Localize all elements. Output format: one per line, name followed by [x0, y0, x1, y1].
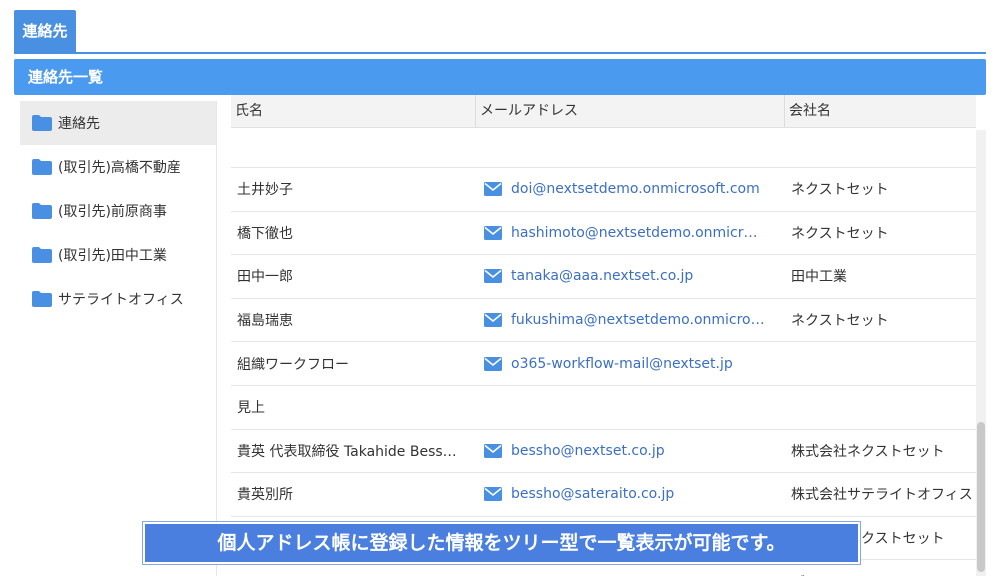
table-row[interactable]: 田中一郎 tanaka@aaa.nextset.co.jp 田中工業: [231, 255, 976, 299]
cell-email[interactable]: tanaka@aaa.nextset.co.jp: [476, 268, 785, 284]
sidebar-item-contacts[interactable]: 連絡先: [20, 101, 216, 145]
sidebar-item-tanaka[interactable]: (取引先)田中工業: [20, 233, 216, 277]
email-link[interactable]: fukushima@nextsetdemo.onmicro…: [511, 312, 765, 328]
folder-icon: [32, 291, 52, 307]
contacts-table: 氏名 メールアドレス 会社名 土井妙子 doi@nextsetdemo.onmic…: [231, 95, 976, 576]
cell-email[interactable]: o365-workflow-mail@nextset.jp: [476, 356, 785, 372]
panel-title: 連絡先一覧: [14, 59, 986, 95]
table-header: 氏名 メールアドレス 会社名: [231, 95, 976, 128]
sidebar-item-label: 連絡先: [58, 116, 100, 132]
tab-contacts[interactable]: 連絡先: [14, 10, 76, 52]
mail-icon: [484, 443, 502, 458]
email-link[interactable]: bessho@sateraito.co.jp: [511, 486, 674, 502]
email-link[interactable]: tanaka@aaa.nextset.co.jp: [511, 268, 693, 284]
email-link[interactable]: bessho@nextset.co.jp: [511, 443, 665, 459]
sidebar-item-takahashi[interactable]: (取引先)高橋不動産: [20, 145, 216, 189]
cell-company: ゼット: [785, 572, 976, 576]
sidebar-item-label: (取引先)前原商事: [58, 204, 167, 220]
folder-icon: [32, 203, 52, 219]
table-row[interactable]: 福島瑞恵 fukushima@nextsetdemo.onmicro… ネクストセッ…: [231, 299, 976, 343]
mail-icon: [484, 356, 502, 371]
email-link[interactable]: doi@nextsetdemo.onmicrosoft.com: [511, 181, 760, 197]
table-row[interactable]: 土井妙子 doi@nextsetdemo.onmicrosoft.com ネクストセ…: [231, 168, 976, 212]
cell-name: 橋下徹也: [237, 225, 293, 242]
cell-email[interactable]: bessho@nextset.co.jp: [476, 443, 785, 459]
folder-icon: [32, 115, 52, 131]
mail-icon: [484, 182, 502, 197]
cell-company: ネクストセット: [791, 313, 889, 330]
cell-company: 田中工業: [791, 269, 847, 286]
table-row[interactable]: 見上: [231, 386, 976, 430]
table-row[interactable]: 貴英 代表取締役 Takahide Bess… bessho@nextset.co…: [231, 430, 976, 474]
sidebar-item-label: サテライトオフィス: [58, 292, 184, 308]
column-header-company[interactable]: 会社名: [785, 95, 976, 127]
table-row[interactable]: 橋下徹也 hashimoto@nextsetdemo.onmicr… ネクストセット: [231, 212, 976, 256]
caption-banner: 個人アドレス帳に登録した情報をツリー型で一覧表示が可能です。: [143, 522, 860, 564]
email-link[interactable]: hashimoto@nextsetdemo.onmicr…: [511, 225, 758, 241]
mail-icon: [484, 313, 502, 328]
cell-name: 貴英 代表取締役 Takahide Bess…: [237, 443, 457, 460]
cell-name: 福島瑞恵: [237, 313, 293, 330]
folder-icon: [32, 247, 52, 263]
mail-icon: [484, 487, 502, 502]
cell-company: 株式会社ネクストセット: [791, 443, 945, 460]
cell-company: ネクストセット: [791, 225, 889, 242]
tab-strip: 連絡先: [14, 10, 986, 54]
cell-name: 見上: [237, 400, 265, 417]
cell-name: 貴英別所: [237, 487, 293, 504]
scrollbar[interactable]: [976, 130, 986, 576]
email-link[interactable]: o365-workflow-mail@nextset.jp: [511, 356, 733, 372]
sidebar-item-satellite[interactable]: サテライトオフィス: [20, 277, 216, 321]
mail-icon: [484, 269, 502, 284]
cell-company: ネクストセット: [791, 182, 889, 199]
scrollbar-thumb[interactable]: [977, 422, 985, 572]
table-body: 土井妙子 doi@nextsetdemo.onmicrosoft.com ネクストセ…: [231, 168, 976, 576]
cell-name: 田中一郎: [237, 269, 293, 286]
column-header-name[interactable]: 氏名: [231, 95, 476, 127]
table-row[interactable]: 貴英別所 bessho@sateraito.co.jp 株式会社サテライトオフィス: [231, 473, 976, 517]
cell-name: 土井妙子: [237, 182, 293, 199]
sidebar-item-maehara[interactable]: (取引先)前原商事: [20, 189, 216, 233]
mail-icon: [484, 225, 502, 240]
cell-email[interactable]: hashimoto@nextsetdemo.onmicr…: [476, 225, 785, 241]
table-row[interactable]: 組織ワークフロー o365-workflow-mail@nextset.jp: [231, 342, 976, 386]
sidebar: 連絡先 (取引先)高橋不動産 (取引先)前原商事 (取引先)田中工業 サテライト…: [20, 101, 217, 576]
cell-email[interactable]: doi@nextsetdemo.onmicrosoft.com: [476, 181, 785, 197]
sidebar-item-label: (取引先)田中工業: [58, 248, 167, 264]
sidebar-item-label: (取引先)高橋不動産: [58, 160, 181, 176]
column-header-email[interactable]: メールアドレス: [476, 95, 785, 127]
cell-company: 株式会社サテライトオフィス: [791, 487, 973, 504]
folder-icon: [32, 159, 52, 175]
cell-name: 組織ワークフロー: [237, 356, 349, 373]
table-row-spacer: [231, 128, 976, 168]
cell-email[interactable]: bessho@sateraito.co.jp: [476, 486, 785, 502]
cell-email[interactable]: fukushima@nextsetdemo.onmicro…: [476, 312, 785, 328]
